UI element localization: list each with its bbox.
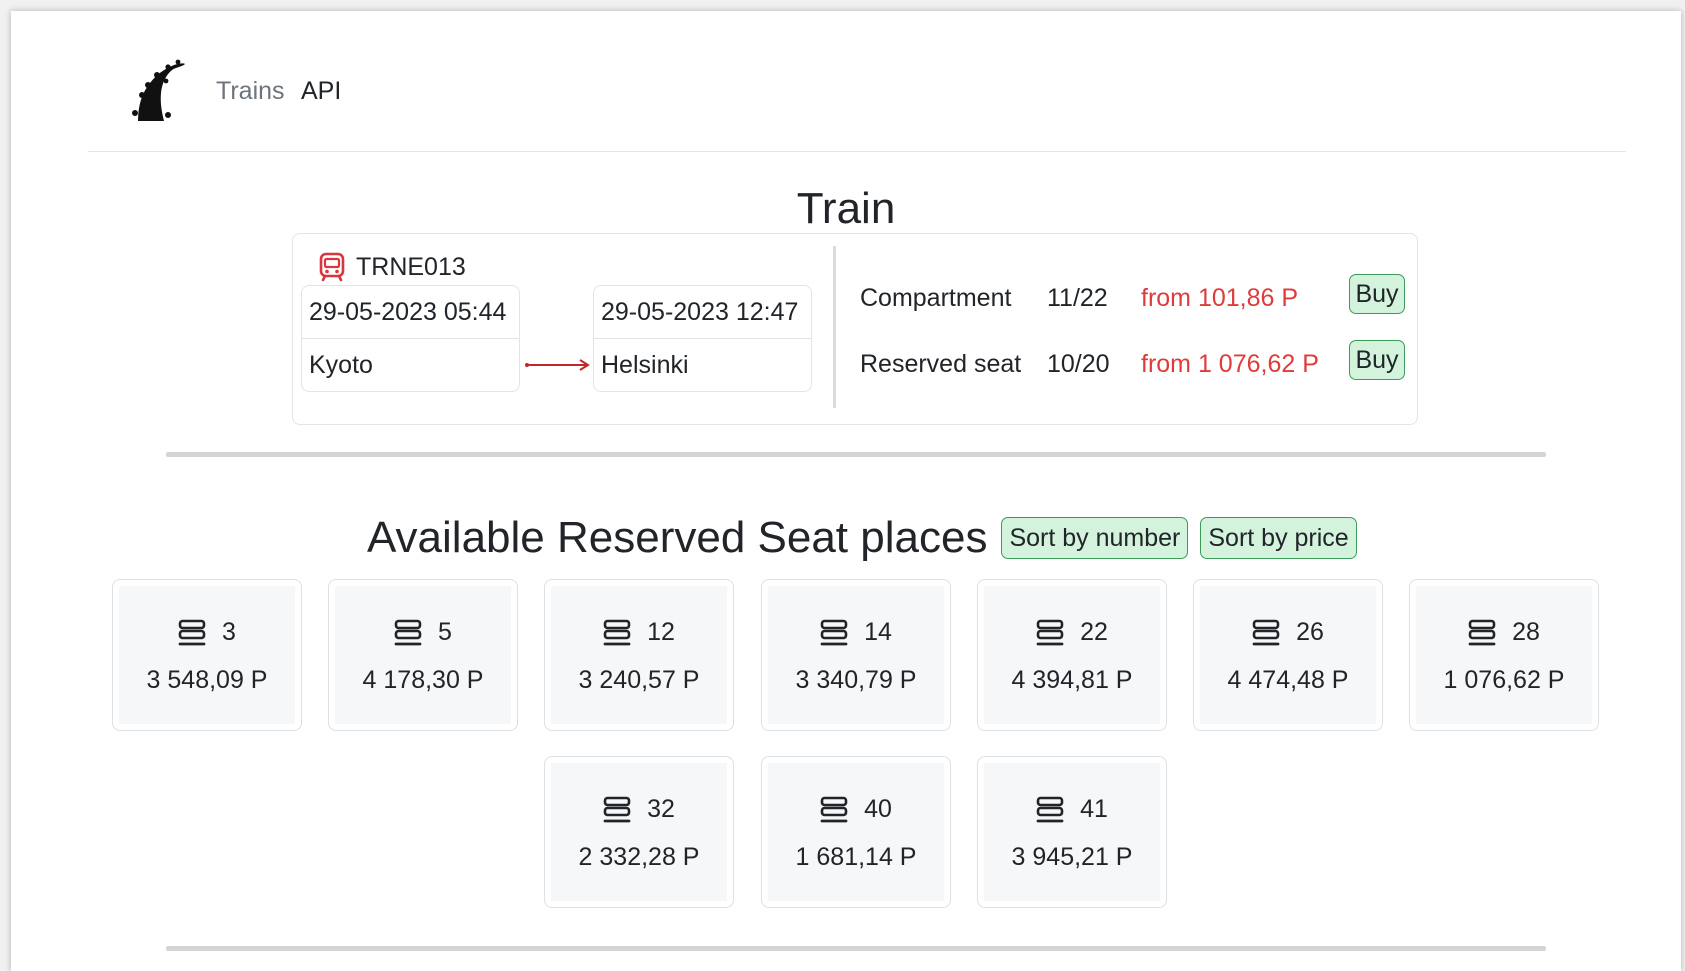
- arrival-station: Helsinki: [594, 338, 811, 391]
- arrival-datetime: 29-05-2023 12:47: [601, 298, 799, 326]
- seat-price: 3 240,57 P: [578, 666, 700, 694]
- seat-number: 5: [438, 618, 452, 646]
- seat-card[interactable]: 26 4 474,48 P: [1193, 579, 1383, 731]
- seat-price: 1 681,14 P: [795, 843, 917, 871]
- nav-link-api[interactable]: API: [301, 77, 341, 106]
- seat-number: 22: [1080, 618, 1108, 646]
- nav-link-trains[interactable]: Trains: [216, 77, 285, 106]
- seats-title: Available Reserved Seat places: [367, 513, 988, 562]
- seat-stack-icon: [1468, 619, 1504, 647]
- seat-grid: 3 3 548,09 P 5 4 178,30 P 12 3 240,57 P …: [11, 11, 1681, 971]
- seat-price: 3 945,21 P: [1011, 843, 1133, 871]
- seat-number: 41: [1080, 795, 1108, 823]
- seat-price: 3 548,09 P: [146, 666, 268, 694]
- seats-header: Available Reserved Seat places Sort by n…: [367, 503, 1369, 573]
- class-row-reserved-seat: Reserved seat 10/20 from 1 076,62 P Buy: [860, 340, 1405, 390]
- seat-stack-icon: [1252, 619, 1288, 647]
- bus-icon: [319, 252, 345, 282]
- seat-stack-icon: [820, 619, 856, 647]
- departure-datetime: 29-05-2023 05:44: [309, 298, 507, 326]
- departure-box: 29-05-2023 05:44 Kyoto: [301, 285, 520, 392]
- train-id: TRNE013: [318, 250, 466, 284]
- sort-by-number-button[interactable]: Sort by number: [1001, 517, 1189, 559]
- class-price: from 101,86 P: [1141, 284, 1299, 312]
- class-availability: 11/22: [1047, 284, 1108, 312]
- seat-price: 3 340,79 P: [795, 666, 917, 694]
- divider: [166, 452, 1546, 457]
- seat-price: 4 178,30 P: [362, 666, 484, 694]
- seat-card[interactable]: 41 3 945,21 P: [977, 756, 1167, 908]
- tentacle-logo-icon[interactable]: [130, 55, 186, 123]
- seat-card[interactable]: 14 3 340,79 P: [761, 579, 951, 731]
- arrow-right-icon: [525, 359, 590, 371]
- browser-window: Trains API Train TRNE013 29-05-2023 05:4…: [11, 11, 1681, 971]
- seat-stack-icon: [1036, 619, 1072, 647]
- class-name: Reserved seat: [860, 350, 1022, 378]
- seat-card[interactable]: 40 1 681,14 P: [761, 756, 951, 908]
- seat-stack-icon: [394, 619, 430, 647]
- class-price: from 1 076,62 P: [1141, 350, 1319, 378]
- train-card: TRNE013 29-05-2023 05:44 Kyoto 29-05-202…: [292, 233, 1418, 425]
- seat-number: 14: [864, 618, 892, 646]
- buy-compartment-button[interactable]: Buy: [1349, 274, 1405, 314]
- seat-stack-icon: [603, 796, 639, 824]
- seat-price: 1 076,62 P: [1443, 666, 1565, 694]
- seat-price: 2 332,28 P: [578, 843, 700, 871]
- divider: [166, 946, 1546, 951]
- seat-stack-icon: [1036, 796, 1072, 824]
- seat-number: 12: [647, 618, 675, 646]
- seat-card[interactable]: 12 3 240,57 P: [544, 579, 734, 731]
- seat-price: 4 474,48 P: [1227, 666, 1349, 694]
- seat-number: 3: [222, 618, 236, 646]
- seat-number: 40: [864, 795, 892, 823]
- class-name: Compartment: [860, 284, 1012, 312]
- seat-card[interactable]: 5 4 178,30 P: [328, 579, 518, 731]
- seat-stack-icon: [178, 619, 214, 647]
- class-row-compartment: Compartment 11/22 from 101,86 P Buy: [860, 274, 1405, 324]
- seat-number: 28: [1512, 618, 1540, 646]
- sort-by-price-button[interactable]: Sort by price: [1200, 517, 1357, 559]
- vertical-divider: [833, 246, 836, 408]
- seat-stack-icon: [820, 796, 856, 824]
- navbar: Trains API: [88, 11, 1626, 152]
- seat-number: 26: [1296, 618, 1324, 646]
- seat-card[interactable]: 28 1 076,62 P: [1409, 579, 1599, 731]
- seat-stack-icon: [603, 619, 639, 647]
- seat-card[interactable]: 3 3 548,09 P: [112, 579, 302, 731]
- seat-card[interactable]: 32 2 332,28 P: [544, 756, 734, 908]
- page-title: Train: [796, 184, 896, 233]
- seat-card[interactable]: 22 4 394,81 P: [977, 579, 1167, 731]
- train-number: TRNE013: [356, 252, 466, 281]
- seat-number: 32: [647, 795, 675, 823]
- class-availability: 10/20: [1047, 350, 1110, 378]
- arrival-box: 29-05-2023 12:47 Helsinki: [593, 285, 812, 392]
- seat-price: 4 394,81 P: [1011, 666, 1133, 694]
- departure-station: Kyoto: [302, 338, 519, 391]
- buy-reserved-seat-button[interactable]: Buy: [1349, 340, 1405, 380]
